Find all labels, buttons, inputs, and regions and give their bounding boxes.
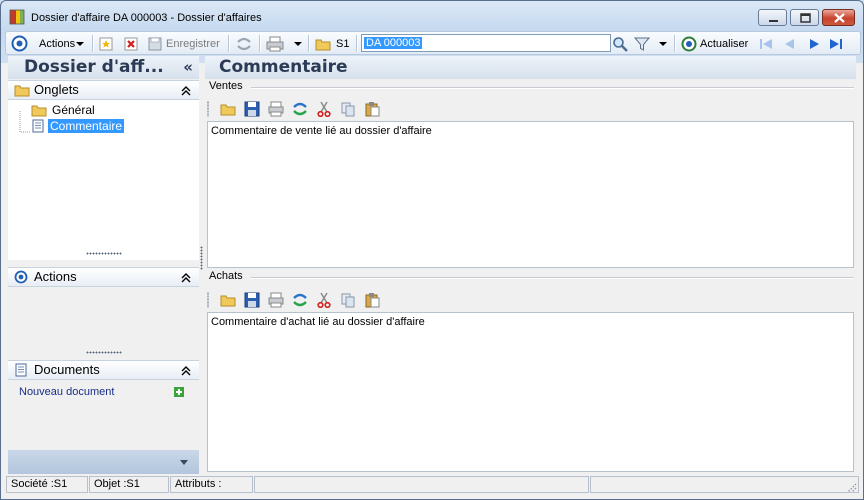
open-folder-icon[interactable] [219,100,237,118]
filter-dropdown-icon[interactable] [659,35,667,52]
save-label: Enregistrer [166,37,220,50]
actions-label: Actions [34,269,77,284]
sales-group-label: Ventes [209,80,243,92]
collapse-chevron-icon[interactable] [181,81,191,102]
actions-menu-button[interactable]: Actions [39,35,85,52]
tab-commentaire-label: Commentaire [48,119,125,133]
chevron-down-icon[interactable] [179,459,189,467]
onglets-section-header[interactable]: Onglets [8,80,199,100]
save-icon [148,37,162,50]
save-button[interactable]: Enregistrer [147,35,220,52]
paste-icon[interactable] [363,100,381,118]
panel-overflow-footer [8,450,199,474]
save-icon[interactable] [243,291,261,309]
new-record-icon[interactable] [98,35,114,52]
sync-icon[interactable] [235,35,253,52]
onglets-label: Onglets [34,82,79,97]
search-icon[interactable] [612,35,628,52]
sales-editor-toolbar [207,98,407,118]
refresh-arrows-icon[interactable] [291,291,309,309]
search-input[interactable]: DA 000003 [361,34,611,52]
refresh-label: Actualiser [700,37,749,50]
document-icon [32,119,44,133]
collapse-chevron-icon[interactable] [181,268,191,289]
maximize-button[interactable] [790,9,819,26]
status-bar: Société :S1 Objet :S1 Attributs : [5,475,861,495]
window-title: Dossier d'affaire DA 000003 - Dossier d'… [31,12,262,24]
page-title: Commentaire [205,56,856,79]
section-resize-grip[interactable] [86,351,122,354]
purchases-comment-text: Commentaire d'achat lié au dossier d'aff… [211,316,425,328]
folder-icon [315,39,331,50]
copy-icon[interactable] [339,291,357,309]
add-document-icon[interactable] [174,387,184,400]
content-panel: Commentaire Ventes Commentaire de vente … [205,56,856,474]
documents-label: Documents [34,362,100,377]
status-empty-cell [254,476,589,493]
actions-section-body [8,287,199,355]
status-empty-cell-2 [590,476,859,493]
cut-icon[interactable] [315,100,333,118]
documents-section-body: Nouveau document [8,380,199,450]
purchases-comment-editor[interactable]: Commentaire d'achat lié au dossier d'aff… [207,312,854,472]
left-navigation-panel: Dossier d'aff... « Onglets Général Comme… [8,56,199,474]
paste-icon[interactable] [363,291,381,309]
print-icon[interactable] [267,291,285,309]
new-document-link[interactable]: Nouveau document [19,386,114,398]
sales-comment-text: Commentaire de vente lié au dossier d'af… [211,125,432,137]
close-button[interactable] [822,9,855,26]
cut-icon[interactable] [315,291,333,309]
collapse-panel-button[interactable]: « [183,56,193,79]
app-icon [9,9,25,25]
sales-comment-editor[interactable]: Commentaire de vente lié au dossier d'af… [207,121,854,268]
previous-record-icon[interactable] [782,35,798,52]
folder-icon [31,105,47,117]
collapse-chevron-icon[interactable] [181,361,191,382]
minimize-button[interactable] [758,9,787,26]
print-button[interactable] [266,35,302,52]
actions-menu-label: Actions [39,37,76,50]
chevron-down-icon [294,41,302,46]
status-object: Objet :S1 [89,476,169,493]
refresh-arrows-icon[interactable] [291,100,309,118]
left-panel-title-text: Dossier d'aff... [24,57,164,77]
filter-icon[interactable] [634,35,650,52]
resize-grip-icon[interactable] [845,481,857,496]
company-label: S1 [336,37,350,50]
open-folder-icon[interactable] [219,291,237,309]
main-toolbar: Actions Enregistrer S1 DA 000003 Actuali… [5,31,861,55]
tab-commentaire[interactable]: Commentaire [31,119,125,133]
first-record-icon[interactable] [758,35,774,52]
last-record-icon[interactable] [828,35,844,52]
delete-record-icon[interactable] [123,35,139,52]
panel-splitter[interactable] [200,246,203,270]
navigation-circle-icon[interactable] [11,35,28,52]
tab-general-label: Général [52,103,95,117]
status-attributes: Attributs : [170,476,253,493]
purchases-editor-toolbar [207,289,407,309]
refresh-icon [681,36,697,51]
search-input-value: DA 000003 [364,37,423,49]
refresh-button[interactable]: Actualiser [681,35,748,52]
left-panel-title: Dossier d'aff... « [8,56,199,79]
section-resize-grip[interactable] [86,252,122,255]
documents-section-header[interactable]: Documents [8,360,199,380]
application-window: Dossier d'affaire DA 000003 - Dossier d'… [0,0,864,500]
save-icon[interactable] [243,100,261,118]
copy-icon[interactable] [339,100,357,118]
print-icon [266,36,284,51]
print-icon[interactable] [267,100,285,118]
purchases-group-label: Achats [209,270,243,282]
title-bar: Dossier d'affaire DA 000003 - Dossier d'… [1,1,863,31]
next-record-icon[interactable] [806,35,822,52]
onglets-tree: Général Commentaire [8,100,199,260]
company-selector[interactable]: S1 [315,35,349,52]
tab-general[interactable]: Général [31,103,97,117]
actions-section-header[interactable]: Actions [8,267,199,287]
status-company: Société :S1 [6,476,88,493]
